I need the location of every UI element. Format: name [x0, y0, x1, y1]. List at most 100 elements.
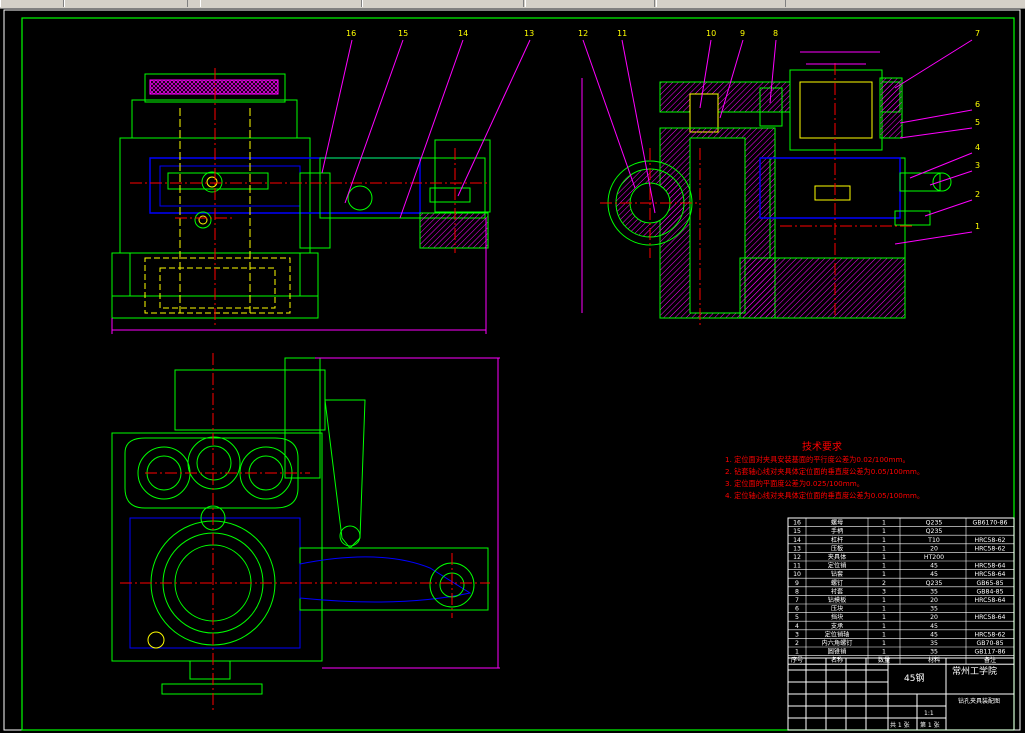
bom-cell-no: 15 [793, 528, 801, 535]
bom-cell-name: 衬套 [831, 587, 843, 595]
bom-cell-qty: 2 [882, 580, 886, 587]
bom-header-cell: 材料 [928, 656, 940, 664]
bom-cell-no: 8 [795, 588, 799, 595]
bom-cell-no: 9 [795, 580, 799, 587]
tech-requirement-1: 1. 定位面对夹具安装基面的平行度公差为0.02/100mm。 [725, 455, 910, 464]
toolbar-segment[interactable] [200, 0, 362, 7]
title-drawing-name: 钻孔夹具装配图 [958, 697, 1000, 705]
bom-cell-no: 4 [795, 623, 799, 630]
balloon-14: 14 [458, 29, 468, 38]
bom-cell-mat: 45 [930, 623, 938, 630]
balloon-12: 12 [578, 29, 588, 38]
bom-cell-name: 螺母 [831, 519, 843, 527]
bom-cell-mat: Q235 [926, 580, 943, 587]
balloon-8: 8 [773, 29, 778, 38]
bom-cell-no: 3 [795, 631, 799, 638]
bom-cell-qty: 1 [882, 571, 886, 578]
balloon-16: 16 [346, 29, 356, 38]
bom-cell-no: 16 [793, 520, 801, 527]
bom-cell-no: 12 [793, 554, 801, 561]
bom-cell-mat: 35 [930, 588, 938, 595]
bom-cell-qty: 1 [882, 606, 886, 613]
bom-cell-mat: 20 [930, 614, 938, 621]
bom-cell-mat: 35 [930, 649, 938, 656]
cad-drawing-canvas[interactable]: 16 15 14 13 12 11 10 9 8 7 6 5 4 3 2 1 技… [0, 8, 1025, 733]
side-section-view[interactable] [581, 51, 952, 328]
tech-requirement-4: 4. 定位轴心线对夹具体定位面的垂直度公差为0.05/100mm。 [725, 491, 924, 500]
bom-cell-no: 14 [793, 537, 801, 544]
balloon-13: 13 [524, 29, 534, 38]
bom-cell-name: 压块 [831, 605, 843, 613]
plan-view[interactable] [111, 353, 500, 713]
title-sheet-no: 第 1 张 [920, 721, 940, 729]
bom-cell-qty: 1 [882, 545, 886, 552]
bom-cell-qty: 1 [882, 623, 886, 630]
bom-cell-std: HRC58-64 [975, 614, 1006, 621]
bom-cell-mat: 45 [930, 631, 938, 638]
bom-cell-std: GB6170-86 [973, 520, 1008, 527]
bom-cell-name: 螺钉 [831, 579, 843, 587]
bom-cell-std: HRC58-64 [975, 597, 1006, 604]
bom-cell-qty: 1 [882, 614, 886, 621]
bom-cell-qty: 1 [882, 563, 886, 570]
bom-cell-std: GB70-85 [976, 640, 1003, 647]
bom-cell-mat: T10 [927, 537, 940, 544]
bom-cell-std: HRC58-64 [975, 571, 1006, 578]
technical-requirements: 技术要求 1. 定位面对夹具安装基面的平行度公差为0.02/100mm。 2. … [725, 440, 924, 500]
title-scale: 1:1 [924, 710, 934, 717]
balloon-7: 7 [975, 29, 980, 38]
bom-cell-no: 1 [795, 649, 799, 656]
bom-cell-name: 压板 [831, 544, 843, 552]
balloon-9: 9 [740, 29, 745, 38]
bom-cell-no: 10 [793, 571, 801, 578]
balloon-3: 3 [975, 161, 980, 170]
balloon-2: 2 [975, 190, 980, 199]
toolbar-segment[interactable] [0, 0, 64, 7]
bom-cell-name: 内六角螺钉 [822, 639, 853, 647]
toolbar-segment[interactable] [64, 0, 188, 7]
toolbar-segment[interactable] [525, 0, 655, 7]
bom-cell-qty: 1 [882, 520, 886, 527]
bom-cell-mat: 35 [930, 606, 938, 613]
bom-cell-std: HRC58-62 [975, 631, 1006, 638]
bom-cell-no: 13 [793, 545, 801, 552]
bom-cell-std: GB84-85 [976, 588, 1003, 595]
bom-cell-name: 夹具体 [828, 553, 847, 561]
title-block: 45钢 常州工学院 钻孔夹具装配图 1:1 共 1 张 第 1 张 [787, 657, 1015, 731]
bom-cell-qty: 1 [882, 631, 886, 638]
bom-cell-name: 圆锥销 [828, 648, 847, 656]
bom-cell-mat: HT200 [924, 554, 944, 561]
bom-cell-mat: 45 [930, 571, 938, 578]
balloon-1: 1 [975, 222, 980, 231]
toolbar-segment[interactable] [362, 0, 524, 7]
bom-cell-name: 钻套 [831, 570, 843, 578]
balloon-11: 11 [617, 29, 627, 38]
bom-cell-name: 定位销轴 [825, 630, 850, 638]
bom-cell-name: 钻模板 [828, 596, 847, 604]
tech-requirement-3: 3. 定位面的平面度公差为0.025/100mm。 [725, 479, 864, 488]
bom-cell-mat: 20 [930, 545, 938, 552]
bom-header-cell: 序号 [791, 656, 803, 664]
tech-requirements-title: 技术要求 [802, 440, 842, 453]
bom-cell-qty: 1 [882, 554, 886, 561]
bom-cell-qty: 1 [882, 597, 886, 604]
title-school: 常州工学院 [952, 665, 997, 677]
bom-cell-mat: 45 [930, 563, 938, 570]
toolbar-segment[interactable] [656, 0, 786, 7]
bom-cell-name: 杠杆 [831, 536, 843, 544]
bom-cell-std: GB117-86 [975, 649, 1006, 656]
bom-cell-no: 11 [793, 563, 801, 570]
title-sheet-total: 共 1 张 [890, 721, 910, 729]
balloon-10: 10 [706, 29, 716, 38]
bom-header-cell: 名称 [831, 656, 843, 664]
balloon-4: 4 [975, 143, 980, 152]
bom-table: 16 螺母 1 Q235 GB6170-8615 手柄 1 Q23514 杠杆 1 T10 HRC58… [787, 517, 1015, 665]
bom-cell-name: 定位销 [828, 562, 847, 570]
bom-header-cell: 备注 [984, 656, 996, 664]
bom-cell-mat: Q235 [926, 528, 943, 535]
bom-cell-qty: 3 [882, 588, 886, 595]
front-view[interactable] [111, 68, 491, 334]
balloon-6: 6 [975, 100, 980, 109]
bom-cell-std: HRC58-62 [975, 537, 1006, 544]
bom-cell-no: 5 [795, 614, 799, 621]
